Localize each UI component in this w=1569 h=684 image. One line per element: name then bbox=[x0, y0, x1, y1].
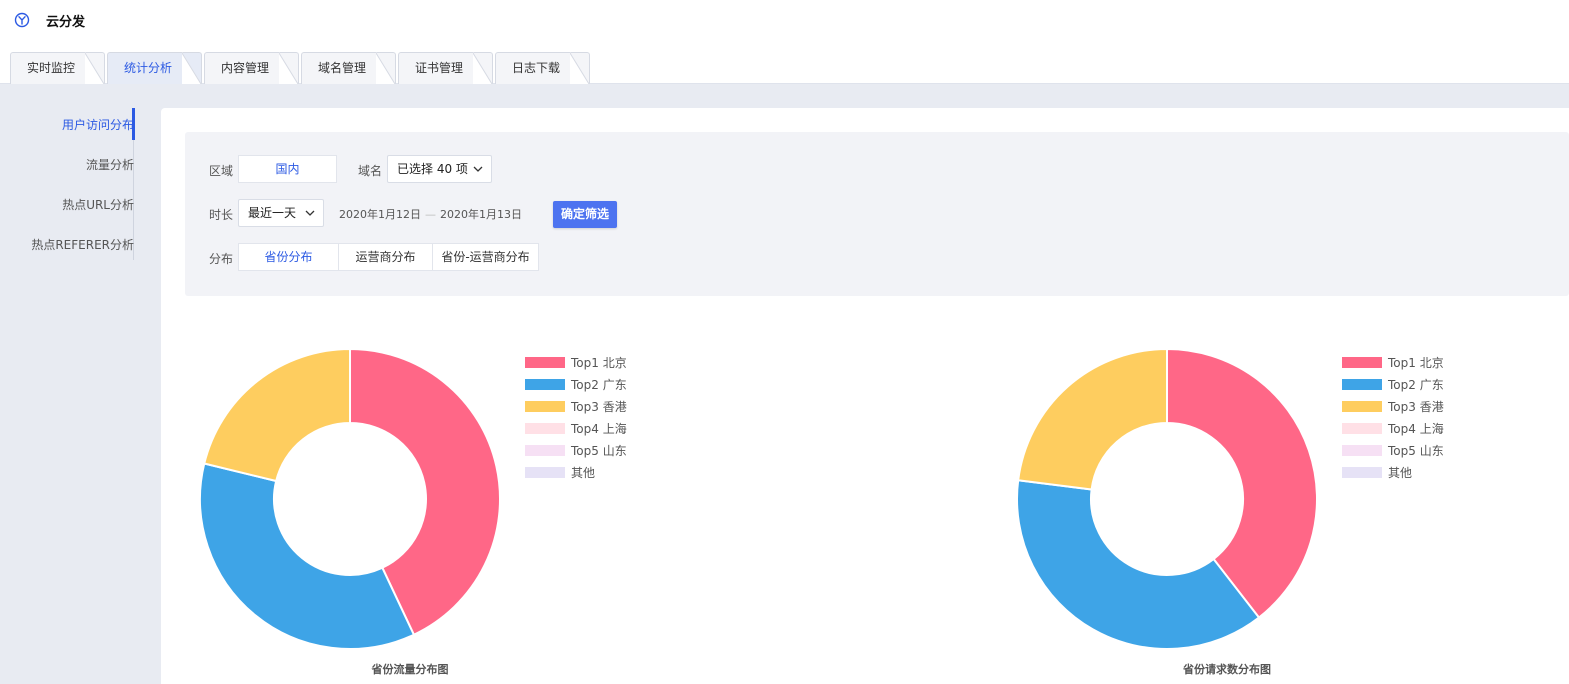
tab-label: 实时监控 bbox=[27, 61, 76, 75]
tab-realtime-monitor[interactable]: 实时监控 bbox=[10, 52, 105, 85]
top-header: 云分发 bbox=[0, 0, 1569, 40]
tab-domain-management[interactable]: 域名管理 bbox=[301, 52, 396, 85]
sidebar-item-traffic-analysis[interactable]: 流量分析 bbox=[86, 156, 134, 173]
distribution-option-isp[interactable]: 运营商分布 bbox=[338, 243, 433, 271]
date-range[interactable]: 2020年1月12日 — 2020年1月13日 bbox=[339, 206, 522, 222]
duration-label: 时长 bbox=[209, 208, 234, 222]
duration-select-value: 最近一天 bbox=[248, 206, 297, 220]
tab-corner-decoration bbox=[182, 52, 202, 85]
tab-bar: 实时监控 统计分析 内容管理 域名管理 证书管理 日志下载 bbox=[0, 40, 1569, 85]
tab-label: 统计分析 bbox=[124, 61, 173, 75]
tab-corner-decoration bbox=[376, 52, 396, 85]
domain-select-value: 已选择 40 项 bbox=[397, 162, 468, 176]
sidebar-item-hot-referer-analysis[interactable]: 热点REFERER分析 bbox=[31, 236, 134, 253]
tab-certificate-management[interactable]: 证书管理 bbox=[398, 52, 493, 85]
date-separator: — bbox=[425, 208, 436, 221]
chevron-down-icon bbox=[473, 166, 483, 172]
tab-corner-decoration bbox=[570, 52, 590, 85]
tab-statistics[interactable]: 统计分析 bbox=[107, 52, 202, 85]
tab-label: 证书管理 bbox=[415, 61, 464, 75]
distribution-option-province-isp[interactable]: 省份-运营商分布 bbox=[432, 243, 539, 271]
region-option-domestic[interactable]: 国内 bbox=[238, 155, 337, 183]
date-start: 2020年1月12日 bbox=[339, 208, 421, 221]
tab-label: 域名管理 bbox=[318, 61, 367, 75]
duration-select[interactable]: 最近一天 bbox=[238, 199, 324, 227]
tab-log-download[interactable]: 日志下载 bbox=[495, 52, 590, 85]
app-root: 云分发 实时监控 统计分析 内容管理 域名管理 证书管理 日志下载 用户访问分布… bbox=[0, 0, 1569, 684]
domain-select[interactable]: 已选择 40 项 bbox=[387, 155, 492, 183]
tab-corner-decoration bbox=[279, 52, 299, 85]
cloud-logo-icon bbox=[14, 12, 30, 28]
chevron-down-icon bbox=[305, 210, 315, 216]
domain-label: 域名 bbox=[358, 164, 383, 178]
app-title: 云分发 bbox=[46, 15, 86, 30]
tab-label: 内容管理 bbox=[221, 61, 270, 75]
tab-corner-decoration bbox=[85, 52, 105, 85]
distribution-label: 分布 bbox=[209, 252, 234, 266]
sidebar-item-user-access-distribution[interactable]: 用户访问分布 bbox=[62, 116, 134, 133]
tab-content-management[interactable]: 内容管理 bbox=[204, 52, 299, 85]
sidebar-item-hot-url-analysis[interactable]: 热点URL分析 bbox=[62, 196, 134, 213]
tab-corner-decoration bbox=[473, 52, 493, 85]
tab-label: 日志下载 bbox=[512, 61, 561, 75]
date-end: 2020年1月13日 bbox=[440, 208, 522, 221]
distribution-option-province[interactable]: 省份分布 bbox=[238, 243, 339, 271]
sidebar: 用户访问分布 流量分析 热点URL分析 热点REFERER分析 bbox=[0, 84, 160, 684]
region-label: 区域 bbox=[209, 164, 234, 178]
confirm-filter-button[interactable]: 确定筛选 bbox=[553, 201, 617, 228]
